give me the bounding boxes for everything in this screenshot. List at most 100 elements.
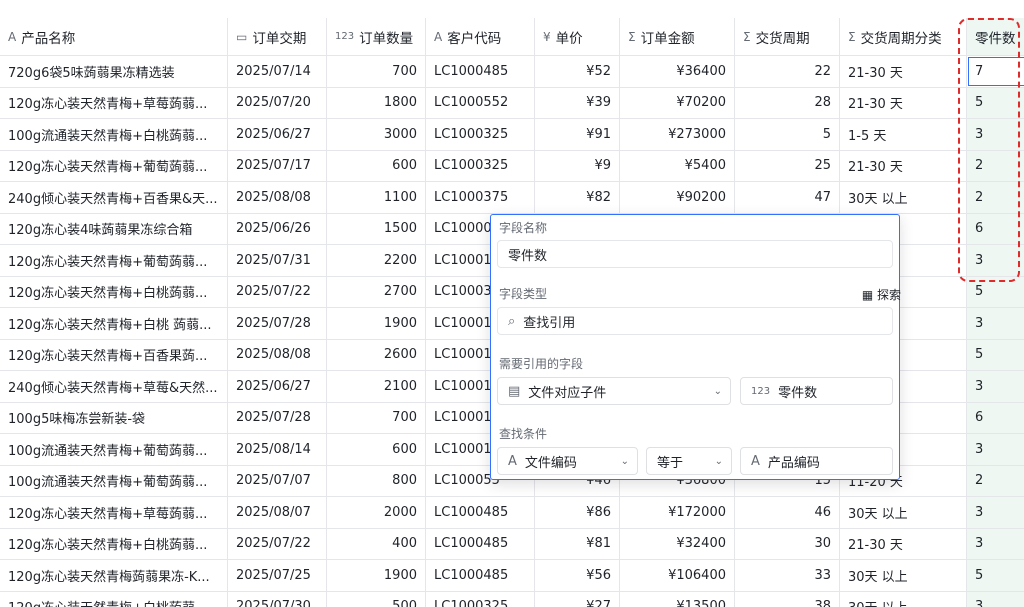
- cell-order-date[interactable]: 2025/07/22: [228, 276, 327, 307]
- cell-order-qty[interactable]: 1100: [327, 182, 426, 213]
- cell-delivery-category[interactable]: 21-30 天: [840, 56, 967, 87]
- cell-order-amount[interactable]: ¥106400: [620, 560, 735, 591]
- cell-product-name[interactable]: 120g冻心装天然青梅+葡萄蒟蒻...: [0, 245, 228, 276]
- cell-product-name[interactable]: 120g冻心装天然青梅+白桃蒟蒻...: [0, 528, 228, 559]
- cell-delivery-cycle[interactable]: 30: [735, 528, 840, 559]
- table-row[interactable]: 100g流通装天然青梅+白桃蒟蒻... 2025/06/27 3000 LC10003…: [0, 119, 1024, 151]
- table-row[interactable]: 120g冻心装天然青梅+草莓蒟蒻... 2025/07/20 1800 LC10005…: [0, 87, 1024, 119]
- cell-unit-price[interactable]: ¥27: [535, 591, 620, 607]
- cell-delivery-category[interactable]: 21-30 天: [840, 87, 967, 118]
- cell-part-count[interactable]: 3: [967, 528, 1024, 559]
- cell-order-qty[interactable]: 700: [327, 402, 426, 433]
- cell-order-amount[interactable]: ¥90200: [620, 182, 735, 213]
- table-row[interactable]: 120g冻心装天然青梅+白桃蒟蒻... 2025/07/22 400 LC100048…: [0, 528, 1024, 560]
- column-header-order-amount[interactable]: Σ 订单金额: [620, 18, 735, 55]
- cell-product-name[interactable]: 240g倾心装天然青梅+百香果&天...: [0, 182, 228, 213]
- cell-order-amount[interactable]: ¥172000: [620, 497, 735, 528]
- ref-source-select[interactable]: ▤ 文件对应子件 ⌄: [497, 377, 731, 405]
- cell-customer-code[interactable]: LC1000485: [426, 560, 535, 591]
- cell-delivery-category[interactable]: 1-5 天: [840, 119, 967, 150]
- cell-part-count[interactable]: 2: [967, 465, 1024, 496]
- cell-order-date[interactable]: 2025/06/26: [228, 213, 327, 244]
- cell-part-count[interactable]: 6: [967, 213, 1024, 244]
- cell-customer-code[interactable]: LC1000485: [426, 56, 535, 87]
- column-header-customer-code[interactable]: A 客户代码: [426, 18, 535, 55]
- cell-customer-code[interactable]: LC1000325: [426, 150, 535, 181]
- column-header-product-name[interactable]: A 产品名称: [0, 18, 228, 55]
- cell-order-qty[interactable]: 2200: [327, 245, 426, 276]
- cell-delivery-cycle[interactable]: 22: [735, 56, 840, 87]
- cell-delivery-category[interactable]: 30天 以上: [840, 591, 967, 607]
- column-header-order-date[interactable]: ▭ 订单交期: [228, 18, 327, 55]
- column-header-order-qty[interactable]: 123 订单数量: [327, 18, 426, 55]
- cell-order-amount[interactable]: ¥273000: [620, 119, 735, 150]
- cell-unit-price[interactable]: ¥81: [535, 528, 620, 559]
- cell-part-count[interactable]: 3: [967, 308, 1024, 339]
- table-row[interactable]: 120g冻心装天然青梅+葡萄蒟蒻... 2025/07/17 600 LC100032…: [0, 150, 1024, 182]
- cell-customer-code[interactable]: LC1000485: [426, 497, 535, 528]
- cell-product-name[interactable]: 720g6袋5味蒟蒻果冻精选装: [0, 56, 228, 87]
- explore-button[interactable]: ▦ 探索: [862, 286, 901, 303]
- cell-order-date[interactable]: 2025/07/20: [228, 87, 327, 118]
- cell-product-name[interactable]: 100g流通装天然青梅+葡萄蒟蒻...: [0, 465, 228, 496]
- cell-order-date[interactable]: 2025/07/28: [228, 402, 327, 433]
- cell-customer-code[interactable]: LC1000485: [426, 528, 535, 559]
- cell-product-name[interactable]: 120g冻心装4味蒟蒻果冻综合箱: [0, 213, 228, 244]
- cell-order-qty[interactable]: 3000: [327, 119, 426, 150]
- cell-product-name[interactable]: 120g冻心装天然青梅+白桃蒟蒻...: [0, 276, 228, 307]
- cell-customer-code[interactable]: LC1000552: [426, 87, 535, 118]
- cell-order-qty[interactable]: 800: [327, 465, 426, 496]
- cell-customer-code[interactable]: LC1000375: [426, 182, 535, 213]
- cell-order-amount[interactable]: ¥32400: [620, 528, 735, 559]
- table-row[interactable]: 120g冻心装天然青梅+白桃蒟蒻...2025/07/30500LC100032…: [0, 591, 1024, 607]
- cell-delivery-category[interactable]: 30天 以上: [840, 560, 967, 591]
- cell-product-name[interactable]: 120g冻心装天然青梅蒟蒻果冻-K...: [0, 560, 228, 591]
- cell-order-qty[interactable]: 600: [327, 150, 426, 181]
- column-header-delivery-category[interactable]: Σ 交货周期分类: [840, 18, 967, 55]
- cell-part-count[interactable]: 7: [967, 56, 1024, 87]
- table-row[interactable]: 120g冻心装天然青梅+草莓蒟蒻... 2025/08/07 2000 LC10004…: [0, 497, 1024, 529]
- cell-unit-price[interactable]: ¥52: [535, 56, 620, 87]
- cell-delivery-cycle[interactable]: 38: [735, 591, 840, 607]
- cond-target-select[interactable]: A 产品编码: [740, 447, 893, 475]
- cell-order-date[interactable]: 2025/06/27: [228, 371, 327, 402]
- cell-order-qty[interactable]: 1900: [327, 560, 426, 591]
- cond-operator-select[interactable]: 等于 ⌄: [646, 447, 732, 475]
- cell-part-count[interactable]: 2: [967, 150, 1024, 181]
- cell-product-name[interactable]: 240g倾心装天然青梅+草莓&天然...: [0, 371, 228, 402]
- cell-order-date[interactable]: 2025/08/08: [228, 339, 327, 370]
- cell-customer-code[interactable]: LC1000325: [426, 119, 535, 150]
- cell-product-name[interactable]: 100g流通装天然青梅+白桃蒟蒻...: [0, 119, 228, 150]
- cell-part-count[interactable]: 3: [967, 591, 1024, 607]
- cell-order-qty[interactable]: 1500: [327, 213, 426, 244]
- cell-delivery-cycle[interactable]: 25: [735, 150, 840, 181]
- cell-order-qty[interactable]: 400: [327, 528, 426, 559]
- cell-order-date[interactable]: 2025/07/07: [228, 465, 327, 496]
- cell-order-date[interactable]: 2025/08/07: [228, 497, 327, 528]
- table-row[interactable]: 240g倾心装天然青梅+百香果&天... 2025/08/08 1100 LC1000…: [0, 182, 1024, 214]
- cell-delivery-category[interactable]: 30天 以上: [840, 182, 967, 213]
- cell-part-count[interactable]: 6: [967, 402, 1024, 433]
- cell-order-qty[interactable]: 1900: [327, 308, 426, 339]
- table-row[interactable]: 120g冻心装天然青梅蒟蒻果冻-K... 2025/07/25 1900 LC1000…: [0, 560, 1024, 592]
- column-header-unit-price[interactable]: ¥ 单价: [535, 18, 620, 55]
- cell-delivery-category[interactable]: 21-30 天: [840, 150, 967, 181]
- cell-part-count[interactable]: 3: [967, 245, 1024, 276]
- cell-order-qty[interactable]: 1800: [327, 87, 426, 118]
- cell-order-qty[interactable]: 2000: [327, 497, 426, 528]
- cell-order-date[interactable]: 2025/07/30: [228, 591, 327, 607]
- cell-part-count[interactable]: 5: [967, 87, 1024, 118]
- field-name-input[interactable]: 零件数: [497, 240, 893, 268]
- cell-product-name[interactable]: 100g5味梅冻尝新装-袋: [0, 402, 228, 433]
- cell-unit-price[interactable]: ¥39: [535, 87, 620, 118]
- ref-target-select[interactable]: 123 零件数: [740, 377, 893, 405]
- cell-order-qty[interactable]: 700: [327, 56, 426, 87]
- cell-order-date[interactable]: 2025/06/27: [228, 119, 327, 150]
- cell-order-date[interactable]: 2025/07/25: [228, 560, 327, 591]
- cell-order-amount[interactable]: ¥36400: [620, 56, 735, 87]
- cell-order-qty[interactable]: 600: [327, 434, 426, 465]
- cell-delivery-category[interactable]: 30天 以上: [840, 497, 967, 528]
- cell-order-date[interactable]: 2025/08/08: [228, 182, 327, 213]
- cell-order-date[interactable]: 2025/08/14: [228, 434, 327, 465]
- cell-product-name[interactable]: 120g冻心装天然青梅+草莓蒟蒻...: [0, 497, 228, 528]
